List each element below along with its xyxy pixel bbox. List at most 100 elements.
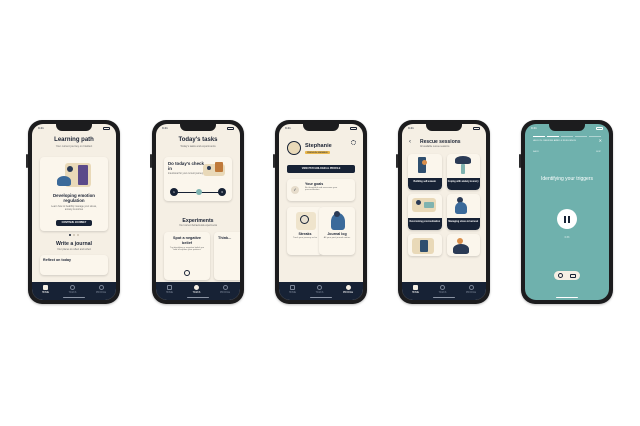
tab-home[interactable]: HOME: [166, 285, 173, 294]
phone-profile: 9:41 Stephanie PREMIUM MEMBER VIEW PSYCH…: [273, 120, 367, 304]
section-title: Write a journal: [56, 241, 92, 247]
journal-log-card[interactable]: Journal log All your past journal entrie…: [319, 207, 355, 255]
replay-icon[interactable]: [557, 273, 563, 278]
back-label[interactable]: BACK: [533, 151, 539, 153]
session-title: Identifying your triggers: [541, 176, 593, 182]
phone-rescue-sessions: 9:41 ‹ Rescue sessions All available res…: [396, 120, 490, 304]
pause-button[interactable]: [557, 209, 577, 229]
home-icon: [412, 285, 418, 290]
phone-audio-session: 9:41 HELD IN: SEEKING AWAY & RESILIENCE …: [519, 120, 613, 304]
journal-illustration-icon: [322, 210, 352, 232]
step-1[interactable]: 1: [170, 188, 178, 196]
battery-icon: [350, 127, 357, 130]
experiment-card[interactable]: Spot a negative belief Try identifying a…: [164, 232, 210, 280]
checkin-card[interactable]: Do today's check in Intentional for your…: [164, 157, 232, 201]
battery-icon: [596, 127, 603, 130]
streaks-title: Streaks: [298, 232, 312, 236]
screen: 9:41 HELD IN: SEEKING AWAY & RESILIENCE …: [525, 124, 609, 300]
streaks-card[interactable]: Streaks Track your journey so far: [287, 207, 323, 255]
tab-profile[interactable]: PROFILE: [343, 285, 353, 294]
session-illustration-icon: [408, 154, 442, 176]
page-title: Rescue sessions: [420, 139, 461, 145]
tab-home[interactable]: HOME: [289, 285, 296, 294]
home-icon: [289, 285, 295, 290]
checkin-title: Do today's check in: [168, 161, 204, 171]
tasks-icon: [316, 285, 322, 290]
profile-icon: [345, 285, 351, 290]
goals-card[interactable]: ✓ Your goals Be thoughtful and overcome …: [287, 179, 355, 201]
profile-icon: [98, 285, 104, 290]
home-indicator: [187, 297, 209, 298]
step-3[interactable]: 3: [218, 188, 226, 196]
session-card[interactable]: [408, 234, 442, 256]
card-description: Learn how to healthily manage your stres…: [51, 205, 97, 211]
page-title: Learning path: [54, 137, 94, 143]
pager-dots: [32, 234, 116, 236]
avatar: [287, 141, 301, 155]
experiment-description: Try identifying a negative belief you ho…: [169, 247, 205, 251]
journal-card-title: Reflect on today: [43, 258, 71, 262]
tab-home[interactable]: HOME: [412, 285, 419, 294]
continue-journey-button[interactable]: CONTINUE JOURNEY: [56, 220, 92, 226]
tab-profile[interactable]: PROFILE: [220, 285, 230, 294]
home-icon: [166, 285, 172, 290]
session-illustration-icon: [447, 234, 481, 256]
tasks-icon: [69, 285, 75, 290]
notch: [549, 124, 585, 131]
notch: [303, 124, 339, 131]
tab-tasks[interactable]: TASKS: [439, 285, 446, 294]
journey-illustration-icon: [43, 160, 105, 190]
journey-card[interactable]: Developing emotion regulation Learn how …: [40, 157, 108, 231]
tab-profile[interactable]: PROFILE: [96, 285, 106, 294]
experiment-check-icon[interactable]: [184, 270, 190, 276]
screen: 9:41 Today's tasks Today's tasks and exp…: [156, 124, 240, 300]
premium-badge: PREMIUM MEMBER: [305, 151, 330, 154]
page-title: Today's tasks: [178, 137, 218, 143]
sessions-grid: Building self-esteem Coping with anxiety…: [408, 154, 480, 256]
back-chevron-icon[interactable]: ‹: [409, 139, 411, 145]
progress-steps: 1 3: [170, 188, 226, 196]
page-subtitle: Your current journey on Intellect: [55, 145, 93, 148]
screen: 9:41 Stephanie PREMIUM MEMBER VIEW PSYCH…: [279, 124, 363, 300]
journal-card[interactable]: Reflect on today: [40, 255, 108, 275]
close-icon[interactable]: ✕: [599, 138, 602, 143]
time-label: 0:33: [564, 236, 570, 239]
streaks-description: Track your journey so far: [292, 237, 318, 239]
profile-icon: [468, 285, 474, 290]
goals-description: Be thoughtful and overcome your procrast…: [305, 187, 338, 191]
session-illustration-icon: [447, 194, 481, 216]
journal-log-title: Journal log: [327, 232, 347, 236]
session-card[interactable]: Coping with anxiety & worry: [446, 154, 480, 190]
session-card[interactable]: [446, 234, 481, 256]
notch: [56, 124, 92, 131]
tab-tasks[interactable]: TASKS: [69, 285, 76, 294]
session-card[interactable]: Building self-esteem: [408, 154, 442, 190]
step-2[interactable]: [196, 189, 202, 195]
battery-icon: [103, 127, 110, 130]
section-title: Experiments: [182, 218, 214, 224]
book-icon[interactable]: [570, 273, 577, 278]
pause-icon: [564, 215, 566, 223]
tab-tasks[interactable]: TASKS: [193, 285, 200, 294]
session-progress: [533, 136, 601, 137]
screen: 9:41 Learning path Your current journey …: [32, 124, 116, 300]
checkin-illustration-icon: [203, 160, 227, 178]
card-title: Developing emotion regulation: [53, 193, 95, 203]
phone-learning-path: 9:41 Learning path Your current journey …: [26, 120, 120, 304]
experiment-card-peek[interactable]: Think...: [214, 232, 240, 280]
tasks-icon: [439, 285, 445, 290]
skip-label[interactable]: SKIP: [596, 151, 601, 153]
tasks-icon: [193, 285, 199, 290]
session-label: Coping with anxiety & worry: [446, 178, 480, 190]
profile-name: Stephanie: [305, 143, 332, 149]
page-subtitle: Today's tasks and experiments: [180, 145, 216, 148]
notch: [426, 124, 462, 131]
tab-home[interactable]: HOME: [42, 285, 49, 294]
settings-gear-icon[interactable]: [351, 140, 356, 145]
view-profile-button[interactable]: VIEW PSYCHOLOGICAL PROFILE: [287, 165, 355, 173]
session-card[interactable]: Managing stress & burnout: [446, 194, 481, 230]
tab-tasks[interactable]: TASKS: [316, 285, 323, 294]
session-card[interactable]: Overcoming procrastination: [408, 194, 442, 230]
tab-profile[interactable]: PROFILE: [466, 285, 476, 294]
section-subtitle: Your places to reflect and reflect: [56, 248, 92, 251]
